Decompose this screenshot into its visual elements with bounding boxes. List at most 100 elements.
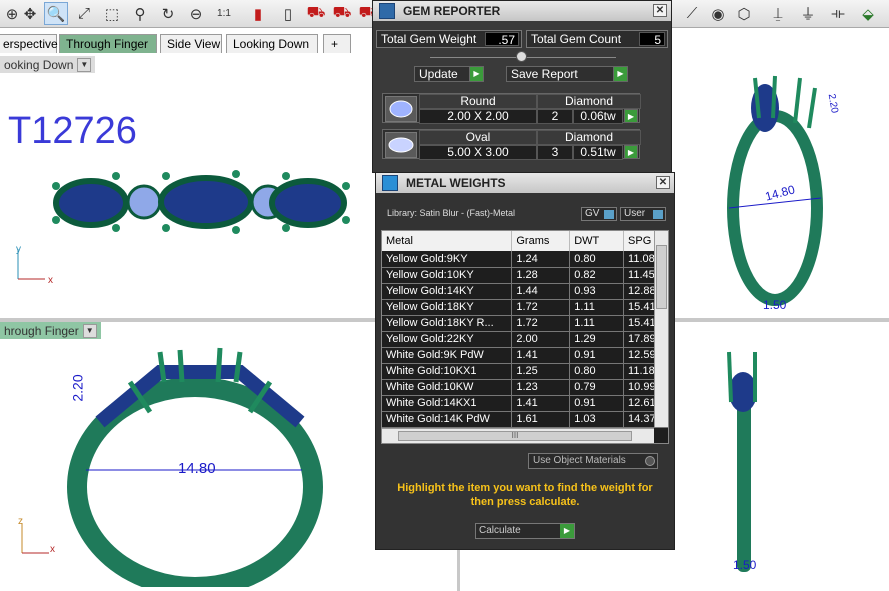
tab-side-view[interactable]: Side View — [160, 34, 222, 53]
tab-perspective[interactable]: erspective — [0, 34, 58, 53]
cell-metal: Yellow Gold:9KY — [382, 251, 513, 268]
play-icon: ▶ — [613, 67, 627, 81]
use-object-materials-toggle[interactable]: Use Object Materials — [528, 453, 658, 469]
gem-shape: Round — [419, 94, 537, 109]
play-icon[interactable]: ▶ — [624, 109, 638, 123]
gem-size: 5.00 X 3.00 — [419, 145, 537, 160]
add-tab-button[interactable]: + — [323, 34, 351, 53]
cell-dwt: 0.91 — [569, 347, 625, 364]
zoom-extents-icon[interactable]: ⤢ — [72, 2, 96, 25]
gem-shape: Oval — [419, 130, 537, 145]
dimension-width: 14.80 — [178, 460, 216, 477]
cell-grams: 2.00 — [511, 331, 571, 348]
metal-table-vscroll[interactable] — [654, 231, 668, 427]
metal-table-hscroll[interactable]: III — [382, 428, 654, 443]
table-row[interactable]: Yellow Gold:18KY R... 1.72 1.11 15.41 — [382, 315, 668, 332]
scroll-thumb[interactable] — [656, 245, 667, 309]
gem-size: 2.00 X 2.00 — [419, 109, 537, 124]
gem-row[interactable]: Round 2.00 X 2.00 Diamond 2 0.06tw ▶ — [382, 93, 641, 124]
viewport-perspective[interactable]: 14.80 2.20 1.50 — [675, 28, 889, 318]
table-row[interactable]: Yellow Gold:14KY 1.44 0.93 12.88 — [382, 283, 668, 300]
gem-slider-knob[interactable] — [516, 51, 527, 62]
gem-count: 2 — [537, 109, 573, 124]
table-row[interactable]: Yellow Gold:22KY 2.00 1.29 17.89 — [382, 331, 668, 348]
table-row[interactable]: White Gold:10KX1 1.25 0.80 11.18 — [382, 363, 668, 380]
cube-icon[interactable]: ⬡ — [732, 2, 756, 25]
gem-reporter-titlebar[interactable]: GEM REPORTER ✕ — [373, 1, 671, 21]
align-center-icon[interactable]: ⏚ — [796, 2, 820, 25]
table-row[interactable]: White Gold:14KX1 1.41 0.91 12.61 — [382, 395, 668, 412]
close-icon[interactable]: ✕ — [656, 176, 670, 189]
zoom-out-icon[interactable]: ⊖ — [184, 2, 208, 25]
table-header-row: Metal Grams DWT SPG — [382, 231, 668, 251]
zoom-window-icon[interactable]: ⬚ — [100, 2, 124, 25]
cell-dwt: 0.80 — [569, 251, 625, 268]
update-button[interactable]: Update ▶ — [414, 66, 484, 82]
small-car-icon[interactable]: ⛟ — [304, 2, 328, 25]
axis-x-label: x — [50, 544, 55, 555]
zoom-in-icon[interactable]: 🔍 — [44, 2, 68, 25]
viewport-looking-down[interactable]: ooking Down ▼ T12726 y x — [0, 54, 372, 318]
cell-metal: Yellow Gold:14KY — [382, 283, 513, 300]
gem-reporter-icon — [379, 3, 395, 19]
viewport-label-looking-down[interactable]: ooking Down ▼ — [0, 56, 96, 73]
render-icon[interactable]: ⬙ — [856, 2, 880, 25]
zoom-1to1-icon[interactable]: 1:1 — [212, 2, 236, 25]
gem-reporter-title: GEM REPORTER — [403, 4, 501, 18]
dimension-height: 2.20 — [69, 374, 86, 402]
calculate-button[interactable]: Calculate ▶ — [475, 523, 575, 539]
perspective-icon[interactable]: ⟋ — [680, 2, 704, 25]
cell-metal: White Gold:10KX1 — [382, 363, 513, 380]
library-label: Library: Satin Blur - (Fast)-Metal — [387, 208, 516, 218]
user-toggle[interactable]: User — [620, 207, 666, 221]
total-gem-weight-value: .57 — [485, 32, 519, 47]
save-report-button[interactable]: Save Report ▶ — [506, 66, 628, 82]
phone-icon[interactable]: ▯ — [276, 2, 300, 25]
column-header-dwt[interactable]: DWT — [569, 231, 625, 251]
cell-metal: White Gold:14K PdW — [382, 411, 513, 428]
cell-metal: White Gold:14KX1 — [382, 395, 513, 412]
camera-icon[interactable]: ◉ — [706, 2, 730, 25]
table-row[interactable]: White Gold:14K PdW 1.61 1.03 14.37 — [382, 411, 668, 428]
align-vertical-icon[interactable]: ⍊ — [766, 2, 790, 25]
zoom-tool-icon[interactable]: ⚲ — [128, 2, 152, 25]
viewport-label-text: ooking Down — [4, 57, 74, 72]
toggle-indicator — [604, 210, 614, 219]
cell-dwt: 0.79 — [569, 379, 625, 396]
update-label: Update — [419, 67, 458, 81]
align-horizontal-icon[interactable]: ⟛ — [826, 2, 850, 25]
axis-z-label: z — [18, 516, 23, 527]
table-row[interactable]: Yellow Gold:10KY 1.28 0.82 11.45 — [382, 267, 668, 284]
red-car-icon[interactable]: ▮ — [246, 2, 270, 25]
gv-label: GV — [585, 208, 600, 219]
total-gem-weight: Total Gem Weight .57 — [376, 30, 522, 48]
cell-grams: 1.61 — [511, 411, 571, 428]
close-icon[interactable]: ✕ — [653, 4, 667, 17]
play-icon[interactable]: ▶ — [624, 145, 638, 159]
viewport-label-through-finger[interactable]: hrough Finger ▼ — [0, 322, 101, 339]
table-row[interactable]: White Gold:10KW 1.23 0.79 10.99 — [382, 379, 668, 396]
table-row[interactable]: White Gold:9K PdW 1.41 0.91 12.59 — [382, 347, 668, 364]
table-row[interactable]: Yellow Gold:18KY 1.72 1.11 15.41 — [382, 299, 668, 316]
cell-dwt: 1.29 — [569, 331, 625, 348]
chevron-down-icon[interactable]: ▼ — [77, 57, 92, 72]
metal-weights-titlebar[interactable]: METAL WEIGHTS ✕ — [376, 173, 674, 193]
column-header-metal[interactable]: Metal — [382, 231, 513, 251]
tab-through-finger[interactable]: Through Finger — [59, 34, 157, 53]
column-header-grams[interactable]: Grams — [511, 231, 571, 251]
cell-grams: 1.25 — [511, 363, 571, 380]
table-row[interactable]: Yellow Gold:9KY 1.24 0.80 11.08 — [382, 251, 668, 268]
chevron-down-icon[interactable]: ▼ — [82, 323, 97, 338]
cell-dwt: 1.11 — [569, 299, 625, 316]
viewport-side-view[interactable]: 1.50 — [675, 322, 889, 591]
scroll-thumb[interactable]: III — [398, 431, 632, 441]
dimension-thickness-side: 1.50 — [733, 558, 757, 572]
rotate-icon[interactable]: ↻ — [156, 2, 180, 25]
gem-row[interactable]: Oval 5.00 X 3.00 Diamond 3 0.51tw ▶ — [382, 129, 641, 160]
pan-icon[interactable]: ✥ — [18, 2, 42, 25]
gv-toggle[interactable]: GV — [581, 207, 617, 221]
dimension-thickness-perspective: 1.50 — [763, 298, 787, 312]
tab-looking-down[interactable]: Looking Down — [226, 34, 318, 53]
use-object-materials-label: Use Object Materials — [533, 455, 626, 466]
car-icon[interactable]: ⛟ — [330, 2, 354, 25]
